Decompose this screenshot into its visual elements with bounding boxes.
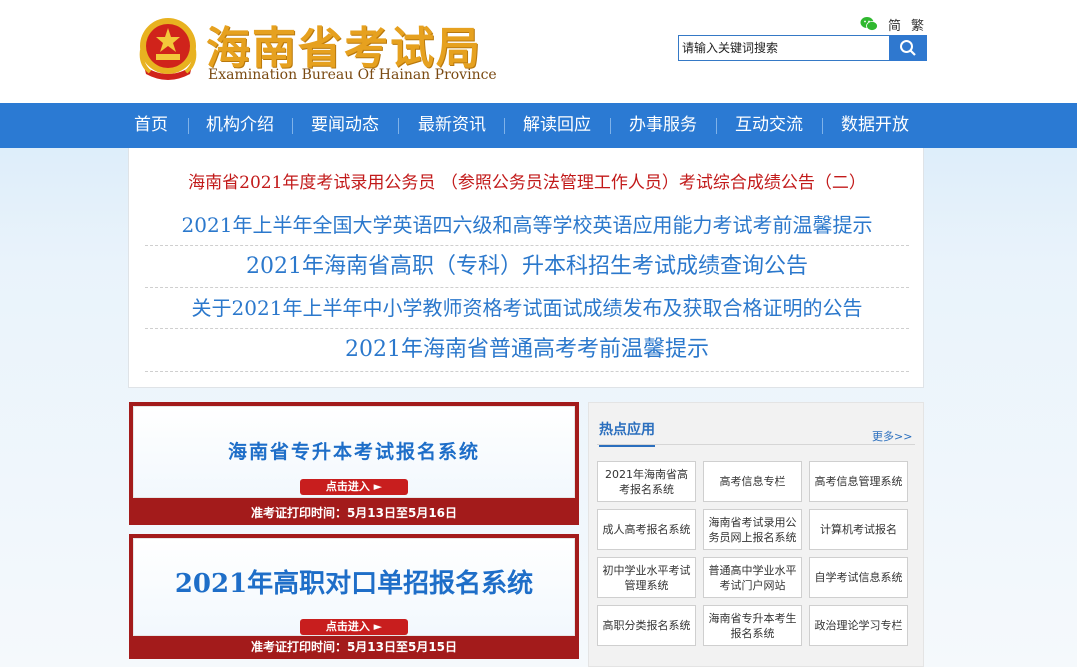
nav-separator [822, 118, 823, 134]
app-tile[interactable]: 高考信息专栏 [703, 461, 802, 502]
national-emblem-icon [139, 18, 197, 80]
app-tile[interactable]: 海南省专升本考生报名系统 [703, 605, 802, 646]
enter-button[interactable]: 点击进入 ► [300, 619, 408, 635]
headline-item[interactable]: 2021年上半年全国大学英语四六级和高等学校英语应用能力考试考前温馨提示 [145, 206, 909, 246]
site-header: 海南省考试局 Examination Bureau Of Hainan Prov… [0, 0, 1077, 103]
hot-apps-title: 热点应用 [599, 419, 655, 447]
search-box [678, 35, 927, 61]
nav-separator [188, 118, 189, 134]
enter-button[interactable]: 点击进入 ► [300, 479, 408, 495]
nav-item-interpretation[interactable]: 解读回应 [523, 103, 591, 148]
main-nav: 首页 机构介绍 要闻动态 最新资讯 解读回应 办事服务 互动交流 数据开放 [0, 103, 1077, 148]
more-link[interactable]: 更多>> [872, 428, 912, 444]
search-icon [900, 40, 916, 56]
app-tile[interactable]: 海南省考试录用公务员网上报名系统 [703, 509, 802, 550]
nav-separator [610, 118, 611, 134]
site-logo-subtitle: Examination Bureau Of Hainan Province [208, 67, 497, 83]
nav-separator [398, 118, 399, 134]
nav-item-interaction[interactable]: 互动交流 [735, 103, 803, 148]
headline-item[interactable]: 2021年海南省普通高考考前温馨提示 [145, 330, 909, 372]
banner-footer-text: 准考证打印时间：5月13日至5月15日 [250, 640, 458, 654]
nav-item-latest[interactable]: 最新资讯 [418, 103, 486, 148]
banner-body: 海南省专升本考试报名系统 点击进入 ► [133, 406, 575, 498]
app-tile[interactable]: 成人高考报名系统 [597, 509, 696, 550]
app-tile[interactable]: 计算机考试报名 [809, 509, 908, 550]
banner-upgrade-exam-registration[interactable]: 海南省专升本考试报名系统 点击进入 ► 准考证打印时间：5月13日至5月16日 [129, 402, 579, 525]
banner-vocational-registration[interactable]: 2021年高职对口单招报名系统 点击进入 ► 准考证打印时间：5月13日至5月1… [129, 534, 579, 659]
nav-item-services[interactable]: 办事服务 [629, 103, 697, 148]
banner-footer-text: 准考证打印时间：5月13日至5月16日 [250, 506, 458, 520]
banner-title: 海南省专升本考试报名系统 [227, 441, 480, 463]
headline-item[interactable]: 2021年海南省高职（专科）升本科招生考试成绩查询公告 [145, 248, 909, 288]
lang-simplified-link[interactable]: 简 [888, 15, 901, 34]
headline-item[interactable]: 关于2021年上半年中小学教师资格考试面试成绩发布及获取合格证明的公告 [145, 289, 909, 329]
lang-traditional-link[interactable]: 繁 [911, 15, 924, 34]
banner-title: 2021年高职对口单招报名系统 [174, 569, 534, 599]
nav-item-home[interactable]: 首页 [134, 103, 168, 148]
nav-separator [504, 118, 505, 134]
nav-separator [292, 118, 293, 134]
search-input[interactable] [678, 35, 889, 61]
search-button[interactable] [889, 35, 927, 61]
banner-body: 2021年高职对口单招报名系统 点击进入 ► [133, 538, 575, 636]
wechat-icon[interactable] [860, 16, 878, 32]
app-tile[interactable]: 自学考试信息系统 [809, 557, 908, 598]
nav-item-news[interactable]: 要闻动态 [311, 103, 379, 148]
app-tile[interactable]: 2021年海南省高考报名系统 [597, 461, 696, 502]
hot-apps-panel: 热点应用 更多>> 2021年海南省高考报名系统 高考信息专栏 高考信息管理系统… [588, 402, 924, 667]
headline-item[interactable]: 海南省2021年度考试录用公务员 （参照公务员法管理工作人员）考试综合成绩公告（… [145, 168, 909, 202]
nav-item-open-data[interactable]: 数据开放 [841, 103, 909, 148]
app-tile[interactable]: 政治理论学习专栏 [809, 605, 908, 646]
app-tile[interactable]: 高考信息管理系统 [809, 461, 908, 502]
app-tile[interactable]: 普通高中学业水平考试门户网站 [703, 557, 802, 598]
divider [597, 444, 915, 445]
app-tile[interactable]: 高职分类报名系统 [597, 605, 696, 646]
app-tile[interactable]: 初中学业水平考试管理系统 [597, 557, 696, 598]
language-switcher: 简 繁 [860, 14, 924, 34]
headline-panel: 海南省2021年度考试录用公务员 （参照公务员法管理工作人员）考试综合成绩公告（… [128, 148, 924, 388]
nav-separator [716, 118, 717, 134]
nav-item-about[interactable]: 机构介绍 [206, 103, 274, 148]
